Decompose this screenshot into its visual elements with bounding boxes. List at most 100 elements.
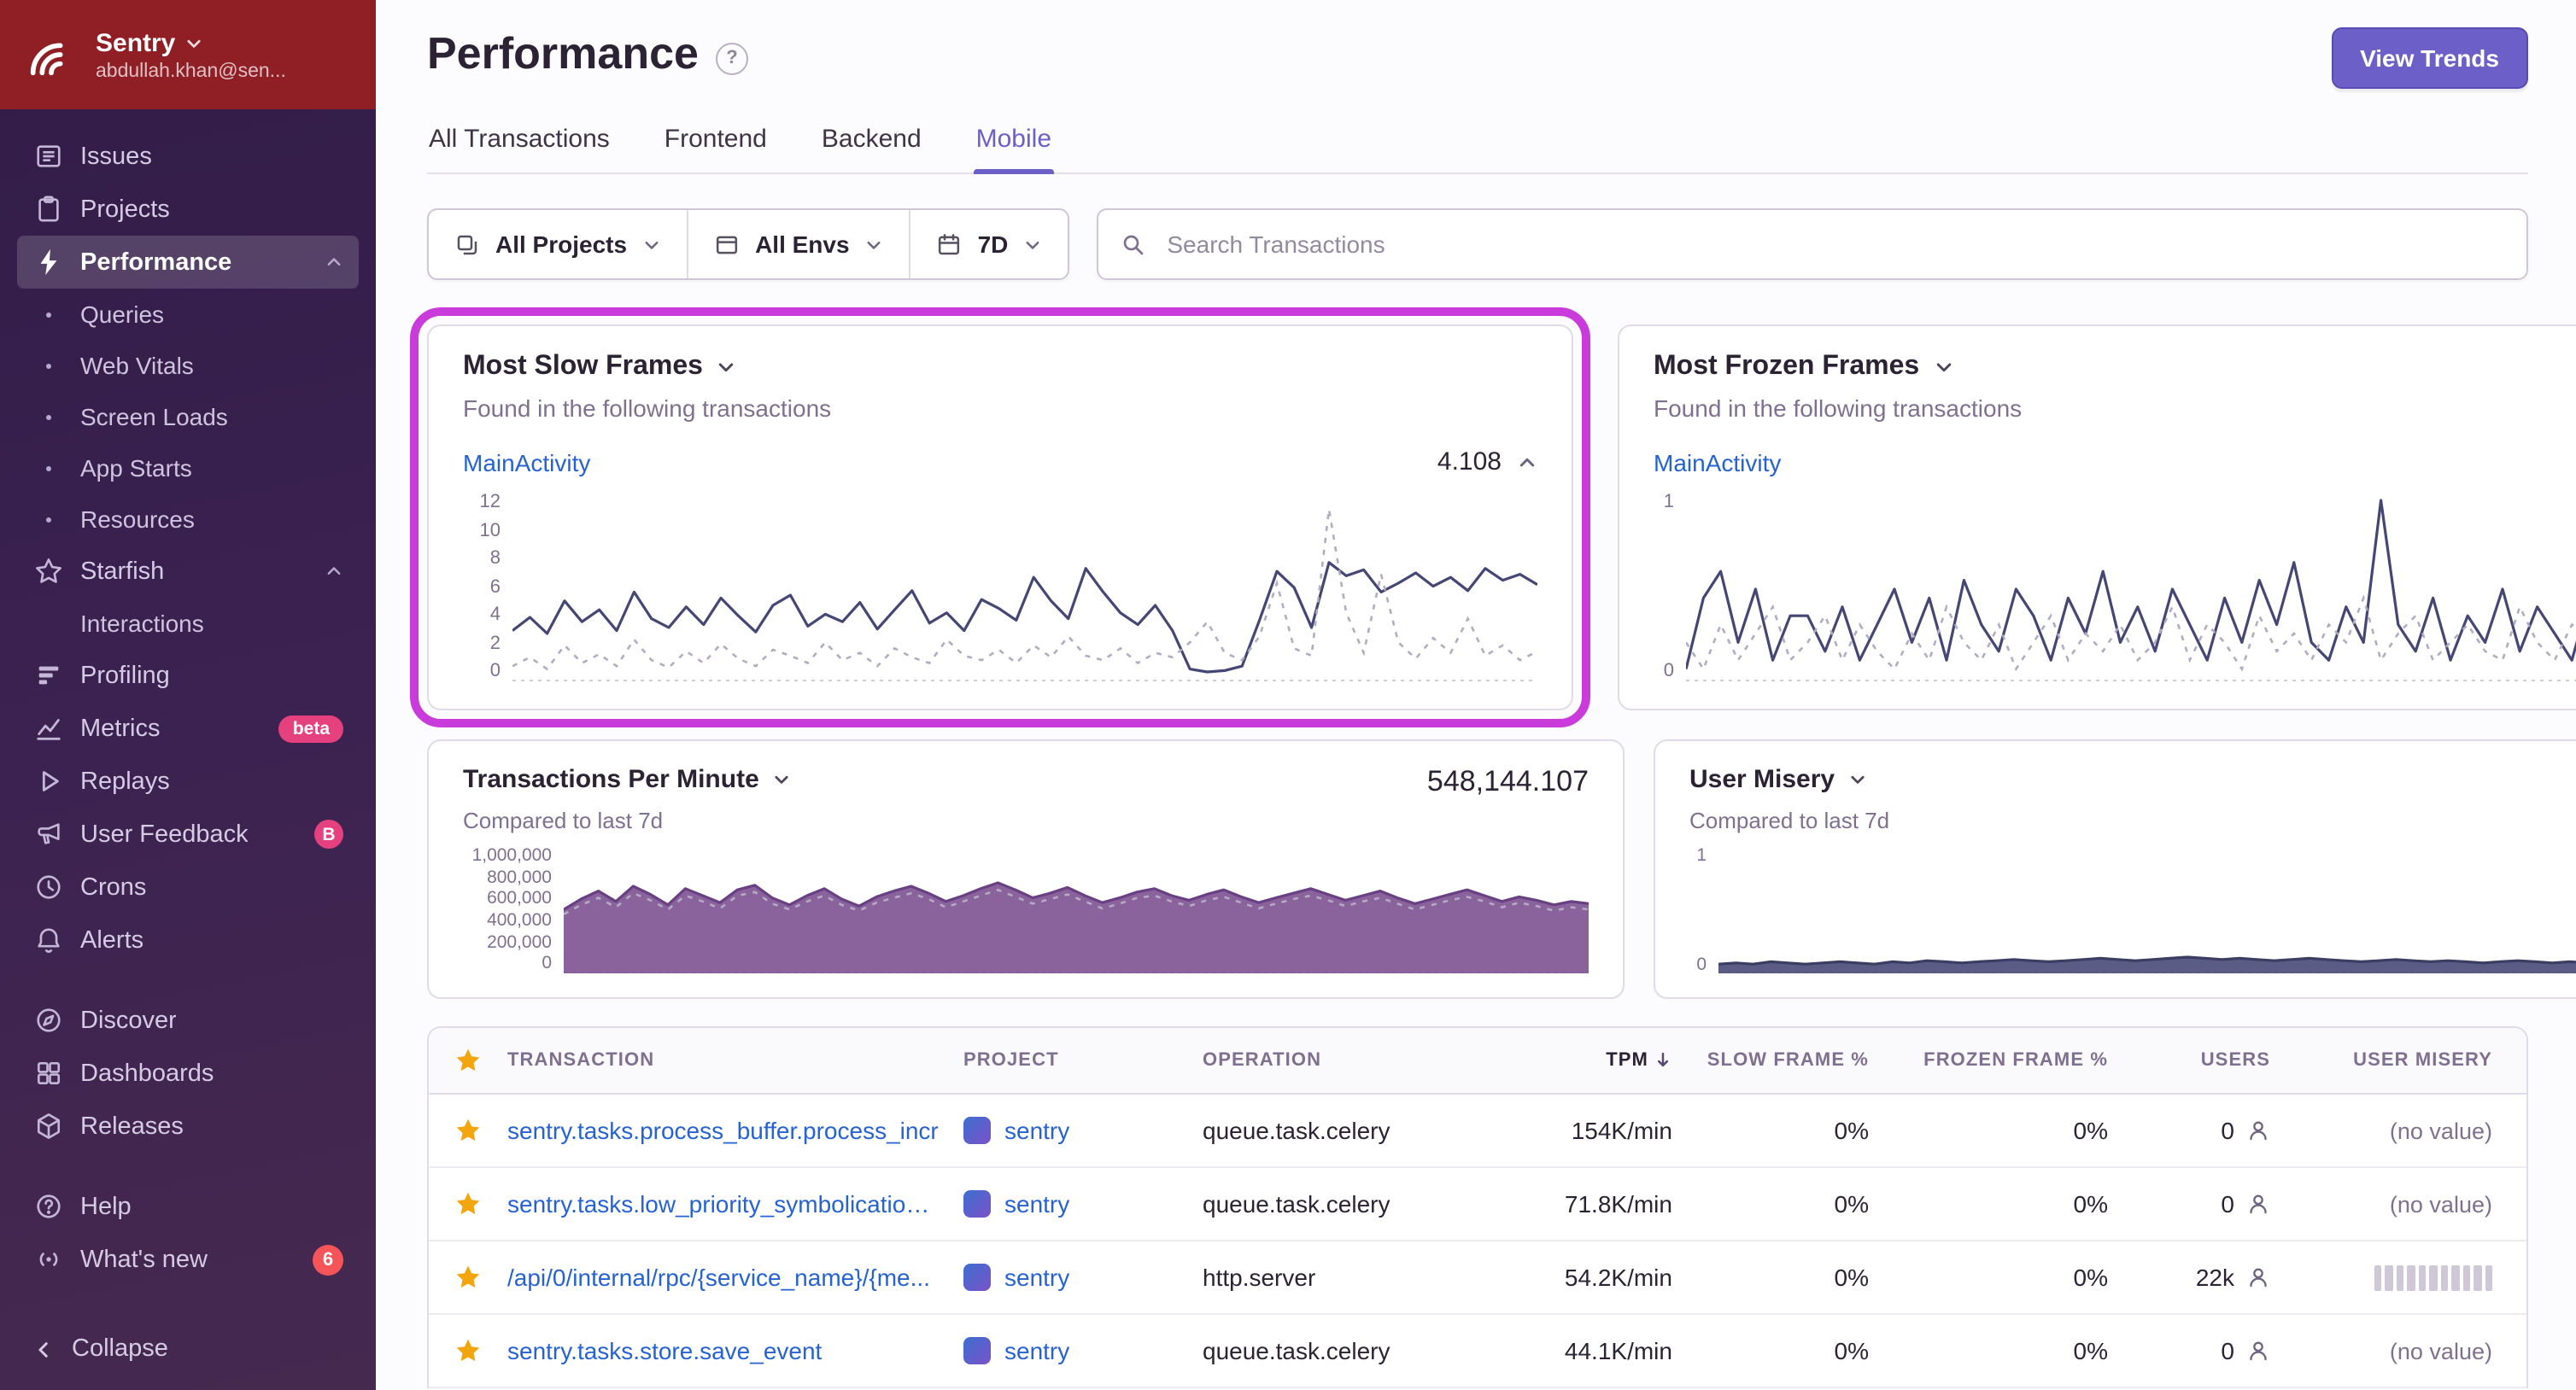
transaction-link[interactable]: MainActivity <box>1654 448 1781 476</box>
search-input[interactable] <box>1163 229 2504 260</box>
star-toggle[interactable] <box>429 1117 507 1144</box>
user-misery-cell <box>2270 1264 2526 1290</box>
sidebar-item-help[interactable]: Help <box>17 1180 359 1233</box>
help-circle-icon[interactable]: ? <box>715 42 748 74</box>
replays-icon <box>32 766 63 797</box>
widget-title: Most Frozen Frames <box>1654 352 1920 381</box>
org-switcher[interactable]: Sentry abdullah.khan@sen... <box>0 0 376 109</box>
search-icon <box>1121 231 1146 257</box>
transaction-cell: sentry.tasks.store.save_event <box>507 1337 963 1364</box>
project-link[interactable]: sentry <box>1004 1190 1080 1218</box>
sidebar-item-queries[interactable]: Queries <box>17 289 359 340</box>
project-platform-icon <box>963 1190 991 1218</box>
star-toggle[interactable] <box>429 1190 507 1218</box>
sidebar-item-label: Performance <box>80 248 232 276</box>
column-header-operation[interactable]: OPERATION <box>1203 1050 1493 1071</box>
column-header-tpm[interactable]: TPM <box>1493 1050 1672 1071</box>
slow-frames-chart <box>512 494 1537 681</box>
tab-backend[interactable]: Backend <box>820 109 923 172</box>
chevron-down-icon[interactable] <box>773 770 792 789</box>
environment-filter[interactable]: All Envs <box>688 210 911 278</box>
sidebar-item-projects[interactable]: Projects <box>17 183 359 236</box>
sidebar-item-screen-loads[interactable]: Screen Loads <box>17 391 359 442</box>
sidebar-item-user-feedback[interactable]: User Feedback B <box>17 808 359 861</box>
column-header-users[interactable]: USERS <box>2108 1050 2270 1071</box>
column-header-misery[interactable]: USER MISERY <box>2270 1050 2526 1071</box>
user-feedback-icon <box>32 819 63 850</box>
star-toggle[interactable] <box>429 1337 507 1364</box>
y-axis: 1,000,000 800,000 600,000 400,000 200,000 0 <box>463 847 552 973</box>
org-name: Sentry <box>96 28 176 57</box>
sidebar-item-alerts[interactable]: Alerts <box>17 914 359 967</box>
sidebar-item-resources[interactable]: Resources <box>17 494 359 545</box>
sidebar-item-starfish[interactable]: Starfish <box>17 545 359 598</box>
tab-frontend[interactable]: Frontend <box>663 109 769 172</box>
sidebar-item-interactions[interactable]: Interactions <box>17 598 359 649</box>
sidebar-item-crons[interactable]: Crons <box>17 861 359 914</box>
transaction-link[interactable]: /api/0/internal/rpc/{service_name}/{me..… <box>507 1264 963 1291</box>
frozen-frames-chart <box>1686 494 2576 681</box>
transaction-link[interactable]: sentry.tasks.low_priority_symbolication.… <box>507 1190 963 1218</box>
column-header-transaction[interactable]: TRANSACTION <box>507 1050 963 1071</box>
sidebar-item-metrics[interactable]: Metrics beta <box>17 702 359 755</box>
sidebar-item-label: Replays <box>80 768 170 795</box>
column-header-project[interactable]: PROJECT <box>963 1050 1203 1071</box>
page-header: Performance ? View Trends <box>427 27 2528 89</box>
releases-icon <box>32 1111 63 1142</box>
table-row: /api/0/internal/rpc/{service_name}/{me..… <box>429 1241 2526 1315</box>
main-content: Performance ? View Trends All Transactio… <box>376 0 2576 1390</box>
chevron-down-icon[interactable] <box>717 357 737 377</box>
chevron-down-icon[interactable] <box>1848 770 1867 789</box>
app-root: Sentry abdullah.khan@sen... Issues Projec… <box>0 0 2576 1390</box>
y-axis-tick: 1 <box>1663 492 1674 512</box>
sidebar-item-label: Screen Loads <box>80 403 228 430</box>
tab-mobile[interactable]: Mobile <box>974 109 1054 174</box>
search-box <box>1097 208 2528 280</box>
transaction-link[interactable]: sentry.tasks.process_buffer.process_incr <box>507 1117 963 1144</box>
no-value-label: (no value) <box>2389 1118 2492 1144</box>
transaction-link[interactable]: MainActivity <box>463 448 590 476</box>
collapse-button[interactable]: Collapse <box>0 1308 376 1390</box>
page-title-text: Performance <box>427 27 699 79</box>
project-filter[interactable]: All Projects <box>429 210 689 278</box>
project-platform-icon <box>963 1117 991 1144</box>
sidebar-item-releases[interactable]: Releases <box>17 1100 359 1153</box>
date-range-filter[interactable]: 7D <box>911 210 1068 278</box>
frozen-frame-cell: 0% <box>2073 1117 2108 1144</box>
sidebar-badge: beta <box>278 715 343 742</box>
sidebar-item-label: Crons <box>80 873 147 901</box>
column-header-frozen[interactable]: FROZEN FRAME % <box>1869 1050 2108 1071</box>
operation-cell: queue.task.celery <box>1203 1190 1390 1218</box>
sidebar-item-issues[interactable]: Issues <box>17 130 359 183</box>
chevron-down-icon[interactable] <box>1933 357 1953 377</box>
y-axis-tick: 0 <box>1696 954 1707 974</box>
sidebar-item-performance[interactable]: Performance <box>17 236 359 289</box>
star-toggle[interactable] <box>429 1264 507 1291</box>
star-column-header[interactable] <box>429 1047 507 1074</box>
user-email: abdullah.khan@sen... <box>96 61 286 81</box>
sidebar-item-app-starts[interactable]: App Starts <box>17 442 359 494</box>
sidebar-item-web-vitals[interactable]: Web Vitals <box>17 340 359 391</box>
user-misery-cell: (no value) <box>2270 1117 2526 1144</box>
project-link[interactable]: sentry <box>1004 1337 1080 1364</box>
transaction-link[interactable]: sentry.tasks.store.save_event <box>507 1337 963 1364</box>
filter-group: All Projects All Envs 7D <box>427 208 1070 280</box>
column-label: TPM <box>1606 1050 1648 1071</box>
sidebar-item-discover[interactable]: Discover <box>17 994 359 1047</box>
transaction-cell: sentry.tasks.low_priority_symbolication.… <box>507 1190 963 1218</box>
project-link[interactable]: sentry <box>1004 1117 1080 1144</box>
profiling-icon <box>32 660 63 691</box>
user-misery-chart <box>1718 847 2576 973</box>
tab-all-transactions[interactable]: All Transactions <box>427 109 612 172</box>
sidebar-item-replays[interactable]: Replays <box>17 755 359 808</box>
tpm-card: Transactions Per Minute 548,144.107 Comp… <box>427 739 1625 999</box>
sidebar-item-label: User Feedback <box>80 821 249 848</box>
view-trends-button[interactable]: View Trends <box>2331 27 2528 89</box>
project-link[interactable]: sentry <box>1004 1264 1080 1291</box>
stat-subtitle: Compared to last 7d <box>1689 808 1890 833</box>
sidebar-item-profiling[interactable]: Profiling <box>17 649 359 702</box>
column-header-slow[interactable]: SLOW FRAME % <box>1672 1050 1869 1071</box>
sidebar-item-whats-new[interactable]: What's new 6 <box>17 1233 359 1286</box>
sidebar-item-dashboards[interactable]: Dashboards <box>17 1047 359 1100</box>
chevron-up-icon[interactable] <box>1517 452 1537 472</box>
